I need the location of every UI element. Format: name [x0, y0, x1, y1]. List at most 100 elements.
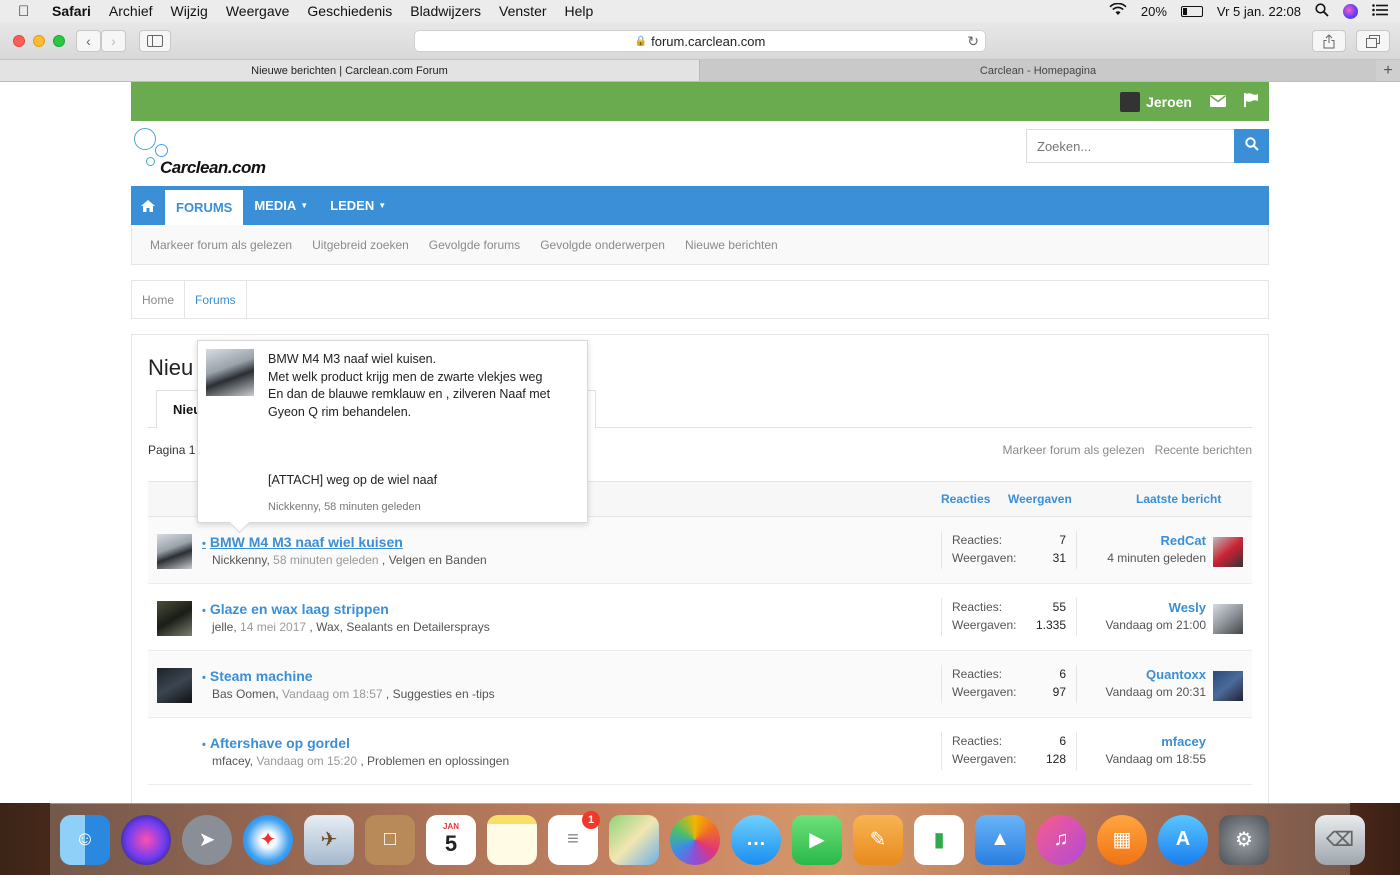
thread-author[interactable]: Nickkenny — [212, 553, 266, 567]
battery-icon[interactable] — [1180, 5, 1203, 17]
nav-media[interactable]: MEDIA ▼ — [243, 186, 319, 225]
keynote-icon[interactable]: ▲ — [975, 814, 1025, 865]
thread-thumbnail[interactable] — [157, 534, 192, 569]
thread-author[interactable]: jelle — [212, 620, 233, 634]
thread-title[interactable]: BMW M4 M3 naaf wiel kuisen — [202, 534, 403, 550]
thread-title[interactable]: Aftershave op gordel — [202, 735, 350, 751]
sidebar-toggle-button[interactable] — [139, 30, 171, 52]
last-post-time[interactable]: Vandaag om 18:55 — [1105, 752, 1206, 766]
flag-icon[interactable] — [1244, 93, 1259, 110]
itunes-icon[interactable]: ♫ — [1036, 814, 1086, 865]
thread-forum[interactable]: Suggesties en -tips — [393, 687, 495, 701]
search-input[interactable] — [1026, 129, 1234, 163]
thread-title[interactable]: Glaze en wax laag strippen — [202, 601, 389, 617]
photos-icon[interactable] — [670, 814, 720, 865]
menu-archief[interactable]: Archief — [109, 3, 153, 19]
minimize-window-button[interactable] — [33, 35, 45, 47]
logo-bubble-icon — [155, 144, 168, 157]
new-tab-plus-icon[interactable]: + — [1376, 60, 1400, 81]
fullscreen-window-button[interactable] — [53, 35, 65, 47]
numbers-icon[interactable]: ▮ — [914, 814, 964, 865]
thread-title[interactable]: Steam machine — [202, 668, 313, 684]
forward-button[interactable]: › — [101, 30, 126, 52]
menu-weergave[interactable]: Weergave — [226, 3, 290, 19]
thread-forum[interactable]: Wax, Sealants en Detailersprays — [316, 620, 490, 634]
last-post-avatar[interactable] — [1213, 671, 1243, 701]
calendar-icon[interactable]: JAN 5 — [426, 814, 476, 865]
menu-wijzig[interactable]: Wijzig — [171, 3, 208, 19]
back-button[interactable]: ‹ — [76, 30, 101, 52]
breadcrumb-home[interactable]: Home — [132, 280, 186, 319]
wifi-icon[interactable] — [1109, 2, 1127, 19]
thread-forum[interactable]: Problemen en oplossingen — [367, 754, 509, 768]
maps-icon[interactable] — [609, 814, 659, 865]
recent-posts-link[interactable]: Recente berichten — [1155, 443, 1252, 457]
last-post-time[interactable]: Vandaag om 20:31 — [1105, 685, 1206, 699]
subnav-watched-forums[interactable]: Gevolgde forums — [429, 238, 520, 252]
menu-app-name[interactable]: Safari — [52, 3, 91, 19]
messages-icon[interactable]: … — [731, 814, 781, 865]
apple-menu-icon[interactable]:  — [18, 3, 36, 20]
mail-icon[interactable]: ✈ — [304, 814, 354, 865]
address-bar[interactable]: 🔒 forum.carclean.com ↻ — [414, 30, 986, 52]
facetime-icon[interactable]: ▶ — [792, 814, 842, 865]
system-preferences-icon[interactable]: ⚙ — [1219, 814, 1269, 865]
tab-overview-button[interactable] — [1356, 30, 1390, 52]
header-reactions[interactable]: Reacties — [941, 492, 990, 506]
breadcrumb-forums[interactable]: Forums — [185, 280, 247, 319]
search-button[interactable] — [1234, 129, 1269, 163]
notification-center-icon[interactable] — [1372, 3, 1388, 19]
nav-forums[interactable]: FORUMS — [165, 190, 244, 225]
thread-forum[interactable]: Velgen en Banden — [389, 553, 487, 567]
close-window-button[interactable] — [13, 35, 25, 47]
header-views[interactable]: Weergaven — [1008, 492, 1072, 506]
last-post-time[interactable]: 4 minuten geleden — [1107, 551, 1206, 565]
notes-contacts-icon[interactable]: □ — [365, 814, 415, 865]
last-post-user[interactable]: mfacey — [1088, 734, 1206, 749]
nav-leden[interactable]: LEDEN ▼ — [319, 186, 397, 225]
last-post-avatar[interactable] — [1213, 537, 1243, 567]
thread-thumbnail[interactable] — [157, 601, 192, 636]
reload-icon[interactable]: ↻ — [967, 33, 979, 50]
browser-tab[interactable]: Carclean - Homepagina — [700, 60, 1376, 81]
subnav-mark-read[interactable]: Markeer forum als gelezen — [150, 238, 292, 252]
last-post-user[interactable]: Quantoxx — [1088, 667, 1206, 682]
siri-icon[interactable] — [121, 814, 171, 865]
launchpad-icon[interactable]: ➤ — [182, 814, 232, 865]
battery-percent[interactable]: 20% — [1141, 4, 1167, 19]
last-post-time[interactable]: Vandaag om 21:00 — [1105, 618, 1206, 632]
menubar-clock[interactable]: Vr 5 jan. 22:08 — [1217, 4, 1301, 19]
spotlight-search-icon[interactable] — [1315, 2, 1329, 20]
browser-tab-active[interactable]: Nieuwe berichten | Carclean.com Forum — [0, 60, 700, 81]
trash-icon[interactable]: ⌫ — [1315, 814, 1365, 865]
menu-geschiedenis[interactable]: Geschiedenis — [307, 3, 392, 19]
last-post-user[interactable]: RedCat — [1088, 533, 1206, 548]
last-post: Wesly Vandaag om 21:00 — [1088, 600, 1206, 632]
subnav-new-posts[interactable]: Nieuwe berichten — [685, 238, 778, 252]
thread-author[interactable]: Bas Oomen — [212, 687, 275, 701]
thread-author[interactable]: mfacey — [212, 754, 250, 768]
appstore-icon[interactable]: A — [1158, 814, 1208, 865]
header-last-post[interactable]: Laatste bericht — [1136, 492, 1221, 506]
reminders-icon[interactable]: ≡ 1 — [548, 810, 600, 865]
menu-help[interactable]: Help — [565, 3, 594, 19]
last-post-avatar[interactable] — [1213, 604, 1243, 634]
share-button[interactable] — [1312, 30, 1346, 52]
thread-thumbnail[interactable] — [157, 668, 192, 703]
safari-icon[interactable]: ✦ — [243, 814, 293, 865]
mark-read-link[interactable]: Markeer forum als gelezen — [1003, 443, 1145, 457]
ibooks-icon[interactable]: ▦ — [1097, 814, 1147, 865]
subnav-watched-threads[interactable]: Gevolgde onderwerpen — [540, 238, 665, 252]
menu-bladwijzers[interactable]: Bladwijzers — [410, 3, 481, 19]
notes-icon[interactable] — [487, 814, 537, 865]
user-menu[interactable]: Jeroen — [1120, 91, 1192, 112]
home-nav-button[interactable] — [131, 186, 165, 225]
envelope-icon[interactable] — [1210, 94, 1226, 110]
menu-venster[interactable]: Venster — [499, 3, 546, 19]
siri-icon[interactable] — [1343, 3, 1358, 19]
subnav-advanced-search[interactable]: Uitgebreid zoeken — [312, 238, 409, 252]
last-post-user[interactable]: Wesly — [1088, 600, 1206, 615]
pages-icon[interactable]: ✎ — [853, 814, 903, 865]
site-logo[interactable]: Carclean.com — [131, 125, 266, 180]
finder-icon[interactable]: ☺ — [60, 814, 110, 865]
